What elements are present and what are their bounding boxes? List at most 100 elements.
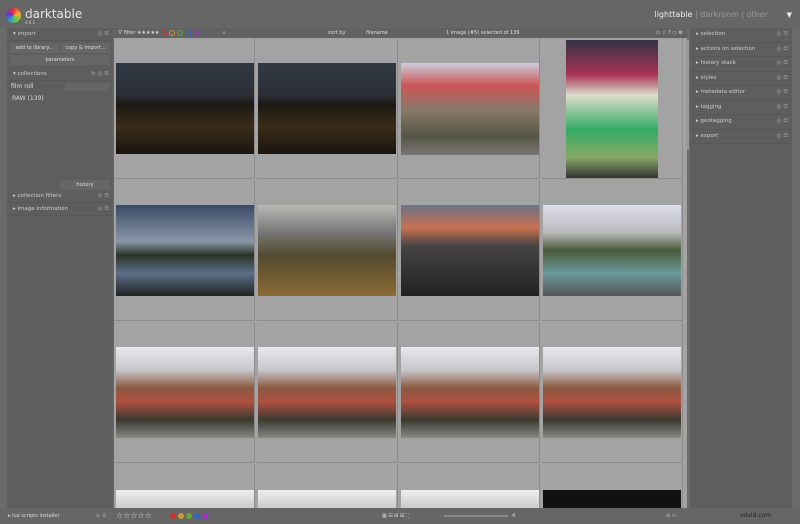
chevron-down-icon[interactable]: ▼ xyxy=(787,11,792,19)
collection-item[interactable]: RAW (139) xyxy=(7,93,113,104)
module-title: lua scripts installer xyxy=(12,513,60,519)
thumbnail-image[interactable] xyxy=(115,347,254,438)
thumbnail-cell[interactable] xyxy=(257,464,398,508)
color-label-icon[interactable] xyxy=(186,512,192,519)
thumbnail-cell[interactable] xyxy=(541,38,683,179)
view-other[interactable]: other xyxy=(747,10,768,19)
color-label-icon[interactable] xyxy=(170,512,176,519)
color-label-icon[interactable] xyxy=(194,512,200,519)
reset-menu-icon[interactable]: ◎ ☰ xyxy=(777,28,788,41)
bottom-bar: ▸ lua scripts installer ◎ ☰ ☆☆☆☆☆ ▦ ⊟ ⊞ … xyxy=(0,508,800,524)
thumbnail-image[interactable] xyxy=(400,62,539,155)
view-lighttable[interactable]: lighttable xyxy=(654,10,692,19)
thumbnail-cell[interactable] xyxy=(399,38,540,179)
thumbnail-cell[interactable] xyxy=(541,180,683,321)
view-separator: | xyxy=(695,10,698,19)
add-to-library-button[interactable]: add to library... xyxy=(10,43,59,53)
thumbnail-cell[interactable] xyxy=(114,464,255,508)
thumbnail-image[interactable] xyxy=(258,63,396,154)
reset-menu-icon[interactable]: ◎ ☰ xyxy=(777,86,788,99)
reset-menu-icon[interactable]: ◎ ☰ xyxy=(777,130,788,143)
reset-menu-icon[interactable]: ◎ ☰ xyxy=(777,72,788,85)
thumbnail-image[interactable] xyxy=(566,39,658,178)
reset-menu-icon[interactable]: ◎ ☰ xyxy=(98,190,109,203)
module-tagging[interactable]: ▸ tagging ◎ ☰ xyxy=(690,101,792,115)
reset-menu-icon[interactable]: ◎ ☰ xyxy=(777,115,788,128)
thumbnail-cell[interactable] xyxy=(399,322,540,463)
parameters-button[interactable]: parameters xyxy=(10,55,110,65)
thumbnail-image[interactable] xyxy=(543,490,681,508)
thumbnail-image[interactable] xyxy=(400,205,539,296)
color-label-icon[interactable] xyxy=(178,512,184,519)
thumbnail-cell[interactable] xyxy=(114,38,255,179)
module-import-header[interactable]: ▾ import ◎ ☰ xyxy=(7,28,113,41)
module-styles[interactable]: ▸ styles ◎ ☰ xyxy=(690,72,792,86)
rating-stars[interactable]: ☆☆☆☆☆ xyxy=(116,508,152,524)
filter-icon[interactable]: ⛛ xyxy=(118,30,122,36)
reset-menu-icon[interactable]: ◎ ☰ xyxy=(96,508,106,524)
thumbnail-cell[interactable] xyxy=(399,464,540,508)
thumbnail-image[interactable] xyxy=(400,490,539,508)
zoom-slider[interactable] xyxy=(444,515,508,517)
module-actions-on-selection[interactable]: ▸ actions on selection ◎ ☰ xyxy=(690,43,792,57)
module-collection-filters[interactable]: ▸ collection filters ◎ ☰ xyxy=(7,190,113,203)
color-label-icon[interactable] xyxy=(185,29,192,36)
thumbnail-image[interactable] xyxy=(543,347,681,438)
thumbnail-cell[interactable] xyxy=(542,464,683,508)
thumbnail-image[interactable] xyxy=(115,490,254,508)
module-history-stack[interactable]: ▸ history stack ◎ ☰ xyxy=(690,57,792,72)
module-title: metadata editor xyxy=(700,89,746,95)
thumbnail-image[interactable] xyxy=(258,490,396,508)
app-name: darktable xyxy=(25,7,83,21)
thumbnail-cell[interactable] xyxy=(256,38,398,179)
reset-menu-icon[interactable]: ◎ ☰ xyxy=(777,57,788,70)
scrollbar[interactable] xyxy=(686,40,689,150)
thumbnail-cell[interactable] xyxy=(399,180,540,321)
thumbnail-image[interactable] xyxy=(400,347,539,438)
layout-icons[interactable]: ▦ ⊟ ⊞ ⊞ ⛶ xyxy=(382,508,409,524)
thumbnail-cell[interactable] xyxy=(256,322,398,463)
color-label-icon[interactable] xyxy=(193,29,200,36)
color-labels[interactable] xyxy=(170,508,210,524)
module-export[interactable]: ▸ export ◎ ☰ xyxy=(690,130,792,144)
thumbnail-image[interactable] xyxy=(258,205,396,296)
reset-menu-icon[interactable]: ◎ ☰ xyxy=(777,43,788,56)
color-label-filter[interactable] xyxy=(161,29,201,36)
view-darkroom[interactable]: darkroom xyxy=(700,10,739,19)
thumbnail-image[interactable] xyxy=(115,205,254,296)
thumbnail-cell[interactable] xyxy=(256,180,398,321)
view-separator: | xyxy=(741,10,745,19)
color-label-icon[interactable] xyxy=(161,29,168,36)
module-collections-header[interactable]: ▾ collections ⊫ ◎ ☰ xyxy=(7,68,113,81)
reset-menu-icon[interactable]: ◎ ☰ xyxy=(98,28,109,41)
thumbnail-cell[interactable] xyxy=(541,322,683,463)
reset-menu-icon[interactable]: ◎ ☰ xyxy=(98,203,109,216)
zoom-value[interactable]: 4 xyxy=(512,508,515,524)
sort-select[interactable]: filename xyxy=(366,28,388,38)
reset-menu-icon[interactable]: ⊫ ◎ ☰ xyxy=(91,68,109,81)
app-version: 4.6.1 xyxy=(25,20,36,25)
rating-filter[interactable]: ★★★★★ xyxy=(137,30,159,36)
color-label-icon[interactable] xyxy=(177,29,184,36)
toolbar-icons[interactable]: ▭ ☆ ? ▭ ⚙ xyxy=(656,28,683,38)
thumbnail-cell[interactable] xyxy=(114,322,255,463)
thumbnail-image[interactable] xyxy=(543,205,681,296)
thumbnail-cell[interactable] xyxy=(114,180,255,321)
copy-import-button[interactable]: copy & import... xyxy=(61,43,110,53)
color-label-icon[interactable] xyxy=(202,512,208,519)
collection-search-input[interactable] xyxy=(65,83,109,91)
module-lua-scripts[interactable]: ▸ lua scripts installer xyxy=(8,508,60,524)
thumbnail-image[interactable] xyxy=(115,63,254,154)
color-label-icon[interactable] xyxy=(169,29,176,36)
reset-menu-icon[interactable]: ◎ ☰ xyxy=(777,101,788,114)
module-geotagging[interactable]: ▸ geotagging ◎ ☰ xyxy=(690,115,792,130)
module-metadata-editor[interactable]: ▸ metadata editor ◎ ☰ xyxy=(690,86,792,101)
thumbnail-image[interactable] xyxy=(258,347,396,438)
search-icon[interactable]: ⌕ xyxy=(223,30,226,36)
module-image-information[interactable]: ▸ image information ◎ ☰ xyxy=(7,203,113,216)
history-button[interactable]: history xyxy=(60,180,110,190)
module-selection[interactable]: ▸ selection ◎ ☰ xyxy=(690,28,792,43)
display-icons[interactable]: ⊙ ▭ xyxy=(666,508,677,524)
collection-field-select[interactable]: film roll xyxy=(11,83,34,91)
module-title: actions on selection xyxy=(700,45,756,52)
